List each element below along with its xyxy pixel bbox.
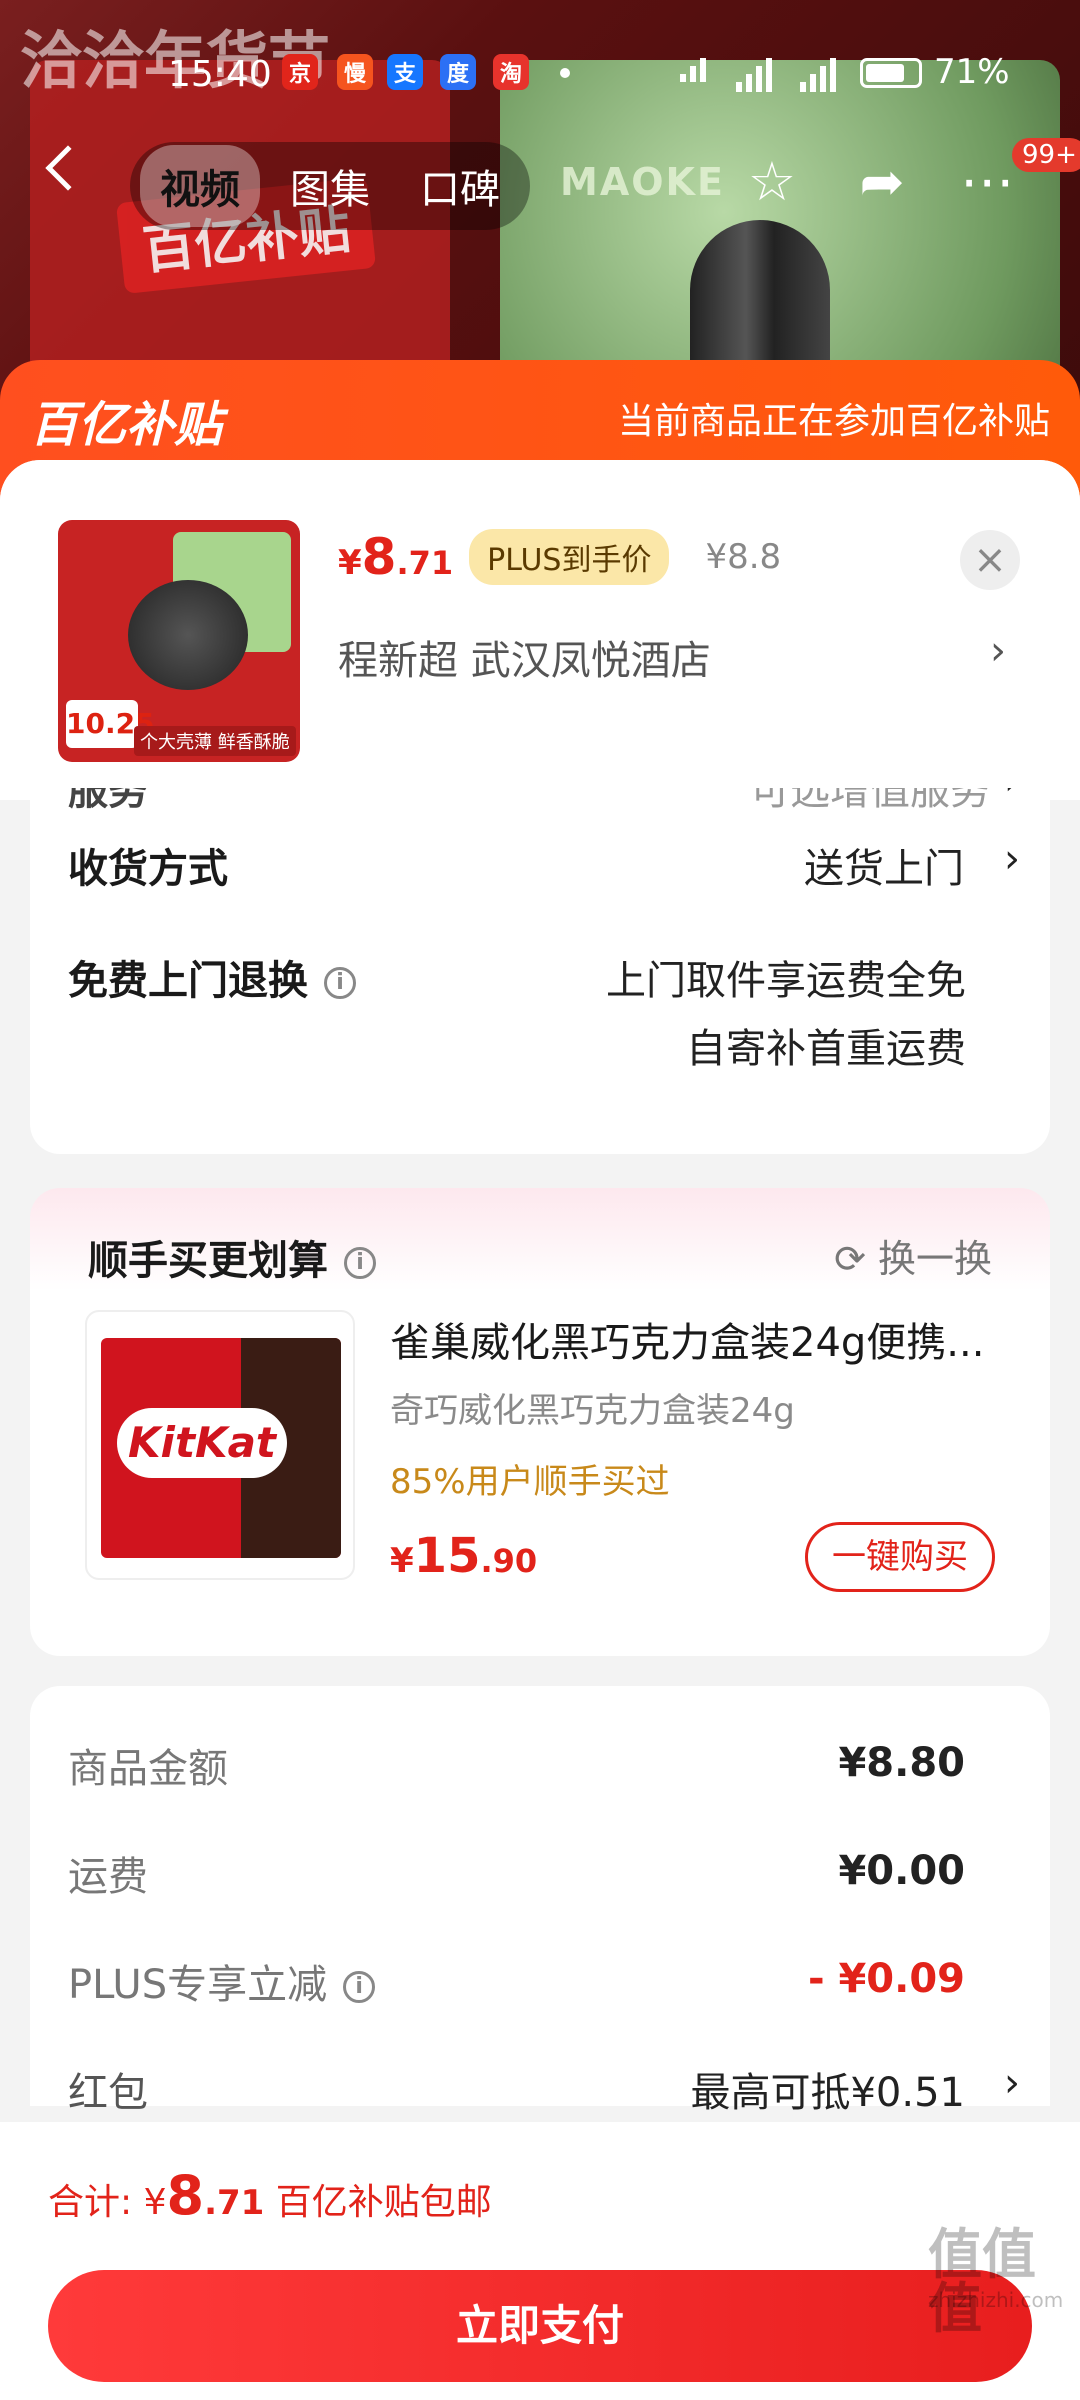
upsell-info-icon[interactable]: i [344,1247,376,1279]
watermark: 值值值 [928,2223,1036,2340]
price-summary-card: 商品金额 ¥8.80 运费 ¥0.00 PLUS专享立减 i - ¥0.09 红包… [30,1686,1050,2116]
price-row: ¥8.71 PLUS到手价 ¥8.8 [338,528,781,586]
pay-now-button[interactable]: 立即支付 [48,2270,1032,2382]
battery-icon [860,58,922,88]
delivery-chevron-icon[interactable]: › [1004,836,1020,882]
delivery-value[interactable]: 送货上门 [804,836,964,894]
subsidy-banner-text: 当前商品正在参加百亿补贴 [617,401,1050,442]
plus-price-chip: PLUS到手价 [469,529,670,585]
tab-video[interactable]: 视频 [140,145,260,227]
options-card: 服务 可选增值服务 › 收货方式 送货上门 › 免费上门退换 i 上门取件享运费全… [30,780,1050,1154]
back-arrow-icon[interactable] [45,145,91,191]
top-nav: 视频 图集 口碑 ☆ ➦ ⋯ 99+ [0,130,1080,230]
close-button[interactable]: × [960,530,1020,590]
upsell-product-subtitle: 奇巧威化黑巧克力盒装24g [390,1391,795,1431]
tab-gallery[interactable]: 图集 [270,145,390,227]
subsidy-logo: 百亿补贴 [30,397,223,453]
summary-redpacket-value[interactable]: 最高可抵¥0.51 [690,2060,965,2118]
summary-plus-value: - ¥0.09 [807,1956,965,2002]
total-price: 合计: ¥8.71 百亿补贴包邮 [48,2164,492,2227]
battery-percent: 71% [934,52,1010,92]
summary-goods-label: 商品金额 [68,1746,228,1792]
original-price: ¥8.8 [705,537,782,577]
upsell-price: ¥15.90 [390,1528,538,1584]
notification-dot-icon [560,68,570,78]
one-click-buy-button[interactable]: 一键购买 [805,1522,995,1592]
info-icon[interactable]: i [324,967,356,999]
status-bar: 15:40 京 慢 支 度 淘 71% [0,40,1080,110]
media-tabs: 视频 图集 口碑 [130,142,530,230]
upsell-product-name[interactable]: 雀巢威化黑巧克力盒装24g便携... [390,1310,1010,1368]
summary-plus-label: PLUS专享立减 i [68,1952,376,2010]
summary-redpacket-label: 红包 [68,2070,148,2116]
free-return-label: 免费上门退换 i [68,948,356,1006]
free-return-value-1: 上门取件享运费全免 [606,958,966,1004]
wifi-icon [680,58,706,82]
man-app-icon: 慢 [337,54,373,90]
tab-reviews[interactable]: 口碑 [400,145,520,227]
share-icon[interactable]: ➦ [850,150,914,214]
address-chevron-icon[interactable]: › [990,628,1006,674]
checkout-footer: 合计: ¥8.71 百亿补贴包邮 立即支付 [0,2122,1080,2400]
swap-button[interactable]: ⟳ 换一换 [834,1228,992,1283]
message-count-badge: 99+ [1012,138,1080,172]
product-header: 10.25 个大壳薄 鲜香酥脆 ¥8.71 PLUS到手价 ¥8.8 × 程新超… [0,460,1080,800]
status-time: 15:40 [168,54,272,95]
plus-info-icon[interactable]: i [343,1971,376,2003]
upsell-title: 顺手买更划算 i [88,1228,376,1286]
delivery-address[interactable]: 程新超 武汉凤悦酒店 [338,628,711,686]
alipay-app-icon: 支 [387,54,423,90]
product-thumbnail: 10.25 个大壳薄 鲜香酥脆 [58,520,300,762]
upsell-card: 顺手买更划算 i ⟳ 换一换 KitKat 雀巢威化黑巧克力盒装24g便携... … [30,1188,1050,1656]
product-price: ¥8.71 [338,528,454,586]
redpacket-chevron-icon[interactable]: › [1004,2060,1020,2106]
thumb-seeds [128,580,248,690]
summary-shipping-value: ¥0.00 [838,1848,965,1894]
checkout-sheet: 10.25 个大壳薄 鲜香酥脆 ¥8.71 PLUS到手价 ¥8.8 × 程新超… [0,460,1080,2400]
taobao-app-icon: 淘 [493,54,529,90]
thumb-price-tag: 10.25 [66,700,155,748]
thumb-caption: 个大壳薄 鲜香酥脆 [134,726,296,756]
summary-shipping-label: 运费 [68,1854,148,1900]
summary-goods-value: ¥8.80 [838,1740,965,1786]
upsell-percent: 85%用户顺手买过 [390,1462,670,1502]
signal-5g-icon-2 [800,58,836,92]
free-return-value-2: 自寄补首重运费 [686,1026,966,1072]
jd-app-icon: 京 [282,54,318,90]
kitkat-logo: KitKat [117,1408,287,1478]
watermark-url: zhizhizhi.com [928,2288,1064,2312]
more-icon[interactable]: ⋯ [955,150,1019,214]
kitkat-box: KitKat [101,1338,341,1558]
delivery-label: 收货方式 [68,846,228,892]
kitkat-product-image[interactable]: KitKat [85,1310,355,1580]
baidu-app-icon: 度 [440,54,476,90]
signal-5g-icon-1 [736,58,772,92]
star-icon[interactable]: ☆ [740,150,804,214]
